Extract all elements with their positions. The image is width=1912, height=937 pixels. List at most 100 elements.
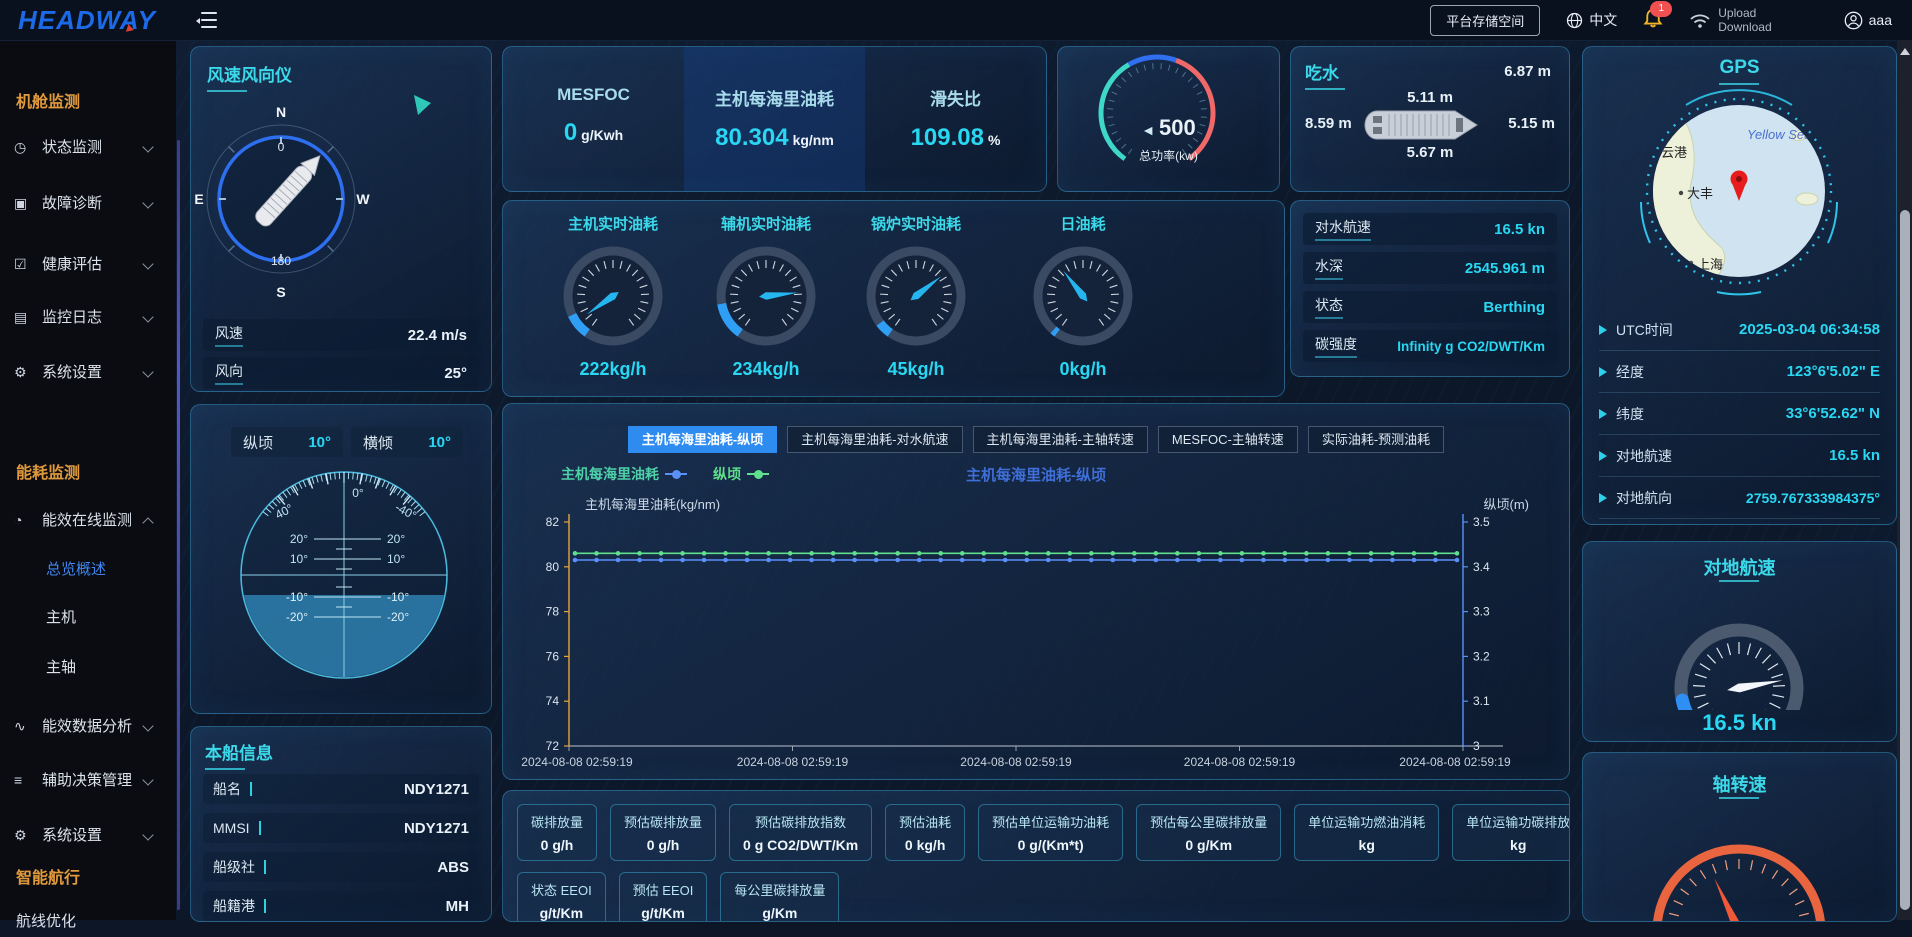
est-unit-transport-fuel-box: 预估单位运输功油耗0 g/(Km*t) [978, 804, 1123, 861]
svg-text:76: 76 [546, 649, 560, 663]
draft-aft-value: 8.59 m [1305, 115, 1352, 132]
clipboard-icon: ☑ [14, 249, 34, 279]
svg-text:-20°: -20° [387, 610, 409, 624]
utc-time-row: UTC时间2025-03-04 06:34:58 [1599, 309, 1880, 351]
ship-info-title: 本船信息 [205, 739, 273, 770]
lianyungang-label: 云港 [1661, 145, 1687, 160]
svg-text:3.4: 3.4 [1473, 560, 1490, 574]
sidebar-item-energy-online-monitoring[interactable]: ◔能效在线监测 [0, 505, 176, 535]
carbon-stats-panel: 碳排放量0 g/h 预估碳排放量0 g/h 预估碳排放指数0 g CO2/DWT… [502, 790, 1570, 922]
carbon-stats-row1: 碳排放量0 g/h 预估碳排放量0 g/h 预估碳排放指数0 g CO2/DWT… [517, 804, 1570, 861]
svg-text:-10°: -10° [286, 590, 308, 604]
sidebar-item-system-settings-1[interactable]: ⚙系统设置 [0, 357, 176, 387]
boiler-fuel-value: 45kg/h [841, 359, 991, 380]
chevron-down-icon [142, 774, 153, 785]
per-km-carbon-box: 每公里碳排放量g/Km [720, 872, 839, 922]
sidebar-item-system-settings-2[interactable]: ⚙系统设置 [0, 820, 176, 850]
longitude-row: 经度123°6'5.02" E [1599, 351, 1880, 393]
notifications-bell[interactable]: 1 [1643, 8, 1663, 33]
daily-fuel-gauge: 日油耗 0kg/h [1008, 213, 1158, 380]
roll-value: 10° [428, 434, 451, 451]
wind-direction-row: 风向25° [203, 357, 479, 389]
sidebar-item-main-shaft[interactable]: 主轴 [0, 653, 176, 683]
sidebar: 机舱监测 ◷状态监测 ▣故障诊断 ☑健康评估 ▤监控日志 ⚙系统设置 能耗监测 … [0, 40, 176, 920]
scrollbar-thumb[interactable] [1900, 210, 1910, 910]
wind-panel: 风速风向仪 N S E W 0 180 风速22.4 m/s 风向25° [190, 46, 492, 392]
topbar: HEADWAY 平台存储空间 中文 1 UploadDownloa [0, 0, 1912, 41]
svg-text:74: 74 [546, 694, 560, 708]
speed-through-water-row: 对水航速16.5 kn [1303, 213, 1557, 245]
scroll-up-arrow[interactable] [1900, 48, 1910, 55]
est-eeoi-box: 预估 EEOIg/t/Km [619, 872, 708, 922]
sidebar-scrollbar[interactable] [177, 140, 180, 910]
svg-text:2024-08-08 02:59:19: 2024-08-08 02:59:19 [1184, 755, 1296, 769]
page-scrollbar[interactable] [1897, 40, 1912, 920]
total-power-panel: ◄ 500 总功率(kw) [1057, 46, 1280, 192]
user-menu[interactable]: aaa [1844, 11, 1892, 30]
pitch-value: 10° [308, 434, 331, 451]
sidebar-item-decision-support[interactable]: ≡辅助决策管理 [0, 765, 176, 795]
headway-logo: HEADWAY [18, 5, 156, 36]
unit-transport-carbon-box: 单位运输功碳排放kg [1452, 804, 1570, 861]
sidebar-item-health-assessment[interactable]: ☑健康评估 [0, 249, 176, 279]
upload-download[interactable]: UploadDownload [1689, 6, 1771, 34]
fuel-gauges-panel: 主机实时油耗 222kg/h 辅机实时油耗 234kg/h 锅炉实时油耗 45k… [502, 200, 1285, 397]
ship-name-row: 船名NDY1271 [203, 774, 479, 804]
pitch-box: 纵顷10° [231, 427, 343, 457]
chevron-up-icon [142, 517, 153, 528]
mesfoc-panel: MESFOC 0g/Kwh 主机每海里油耗 80.304kg/nm 滑失比 10… [502, 46, 1047, 192]
document-x-icon: ▣ [14, 188, 34, 218]
compass-north-label: N [276, 104, 286, 120]
language-switch[interactable]: 中文 [1566, 10, 1617, 30]
sidebar-item-fault-diagnosis[interactable]: ▣故障诊断 [0, 188, 176, 218]
sidebar-item-overview[interactable]: 总览概述 [0, 555, 176, 585]
sog-gauge-title: 对地航速 [1583, 554, 1896, 580]
draft-title: 吃水 [1305, 59, 1345, 90]
pie-icon: ◔ [14, 505, 34, 535]
sidebar-item-main-engine[interactable]: 主机 [0, 603, 176, 633]
shaft-rpm-panel: 轴转速 [1582, 752, 1897, 922]
draft-port-value: 5.11 m [1291, 89, 1569, 106]
chart-panel: 主机每海里油耗-纵顷 主机每海里油耗-对水航速 主机每海里油耗-主轴转速 MES… [502, 403, 1570, 780]
sidebar-item-status-monitoring[interactable]: ◷状态监测 [0, 132, 176, 162]
wind-speed-row: 风速22.4 m/s [203, 319, 479, 351]
chevron-down-icon [142, 366, 153, 377]
chevron-down-icon [142, 141, 153, 152]
svg-text:3.5: 3.5 [1473, 515, 1490, 529]
home-port-row: 船籍港MH [203, 891, 479, 921]
chevron-down-icon [142, 258, 153, 269]
compass-south-label: S [276, 284, 285, 300]
sidebar-item-monitoring-log[interactable]: ▤监控日志 [0, 302, 176, 332]
est-per-km-carbon-box: 预估每公里碳排放量0 g/Km [1136, 804, 1281, 861]
sog-row: 对地航速16.5 kn [1599, 435, 1880, 477]
svg-text:3.1: 3.1 [1473, 694, 1490, 708]
sog-gauge-panel: 对地航速 16.5 kn [1582, 541, 1897, 742]
inclinometer: 40° 0° -40° 20° 10° -10° -20° 20° 10° -1… [191, 463, 491, 713]
wind-compass: N S E W 0 180 [191, 75, 491, 315]
sidebar-item-energy-data-analysis[interactable]: ∿能效数据分析 [0, 711, 176, 741]
draft-fore-value: 6.87 m [1504, 63, 1551, 80]
storage-space-button[interactable]: 平台存储空间 [1430, 5, 1540, 36]
mmsi-row: MMSINDY1271 [203, 813, 479, 843]
svg-text:3: 3 [1473, 739, 1480, 753]
shanghai-label: 上海 [1697, 257, 1723, 272]
roll-box: 横倾10° [351, 427, 463, 457]
aux-engine-fuel-value: 234kg/h [691, 359, 841, 380]
menu-toggle-icon[interactable] [198, 12, 220, 28]
total-power-label: 总功率(kw) [1058, 147, 1279, 164]
svg-text:80: 80 [546, 560, 560, 574]
main-engine-fuel-value: 222kg/h [538, 359, 688, 380]
draft-panel: 吃水 6.87 m 5.11 m 8.59 m 5.15 m 5.67 m [1290, 46, 1570, 192]
sog-gauge-value: 16.5 kn [1583, 710, 1896, 736]
chevron-down-icon [142, 311, 153, 322]
est-carbon-index-box: 预估碳排放指数0 g CO2/DWT/Km [729, 804, 872, 861]
svg-text:82: 82 [546, 515, 560, 529]
cog-row: 对地航向2759.767333984375° [1599, 477, 1880, 519]
gps-map[interactable]: Yellow Sea 云港 大丰 上海 京 [1629, 87, 1849, 299]
compass-west-label: W [356, 191, 370, 207]
svg-text:10°: 10° [290, 552, 308, 566]
svg-text:-10°: -10° [387, 590, 409, 604]
wind-direction-arrow [414, 95, 431, 115]
wind-direction-value: 25° [444, 365, 467, 382]
sidebar-item-route-optimization[interactable]: 航线优化 [0, 907, 176, 937]
